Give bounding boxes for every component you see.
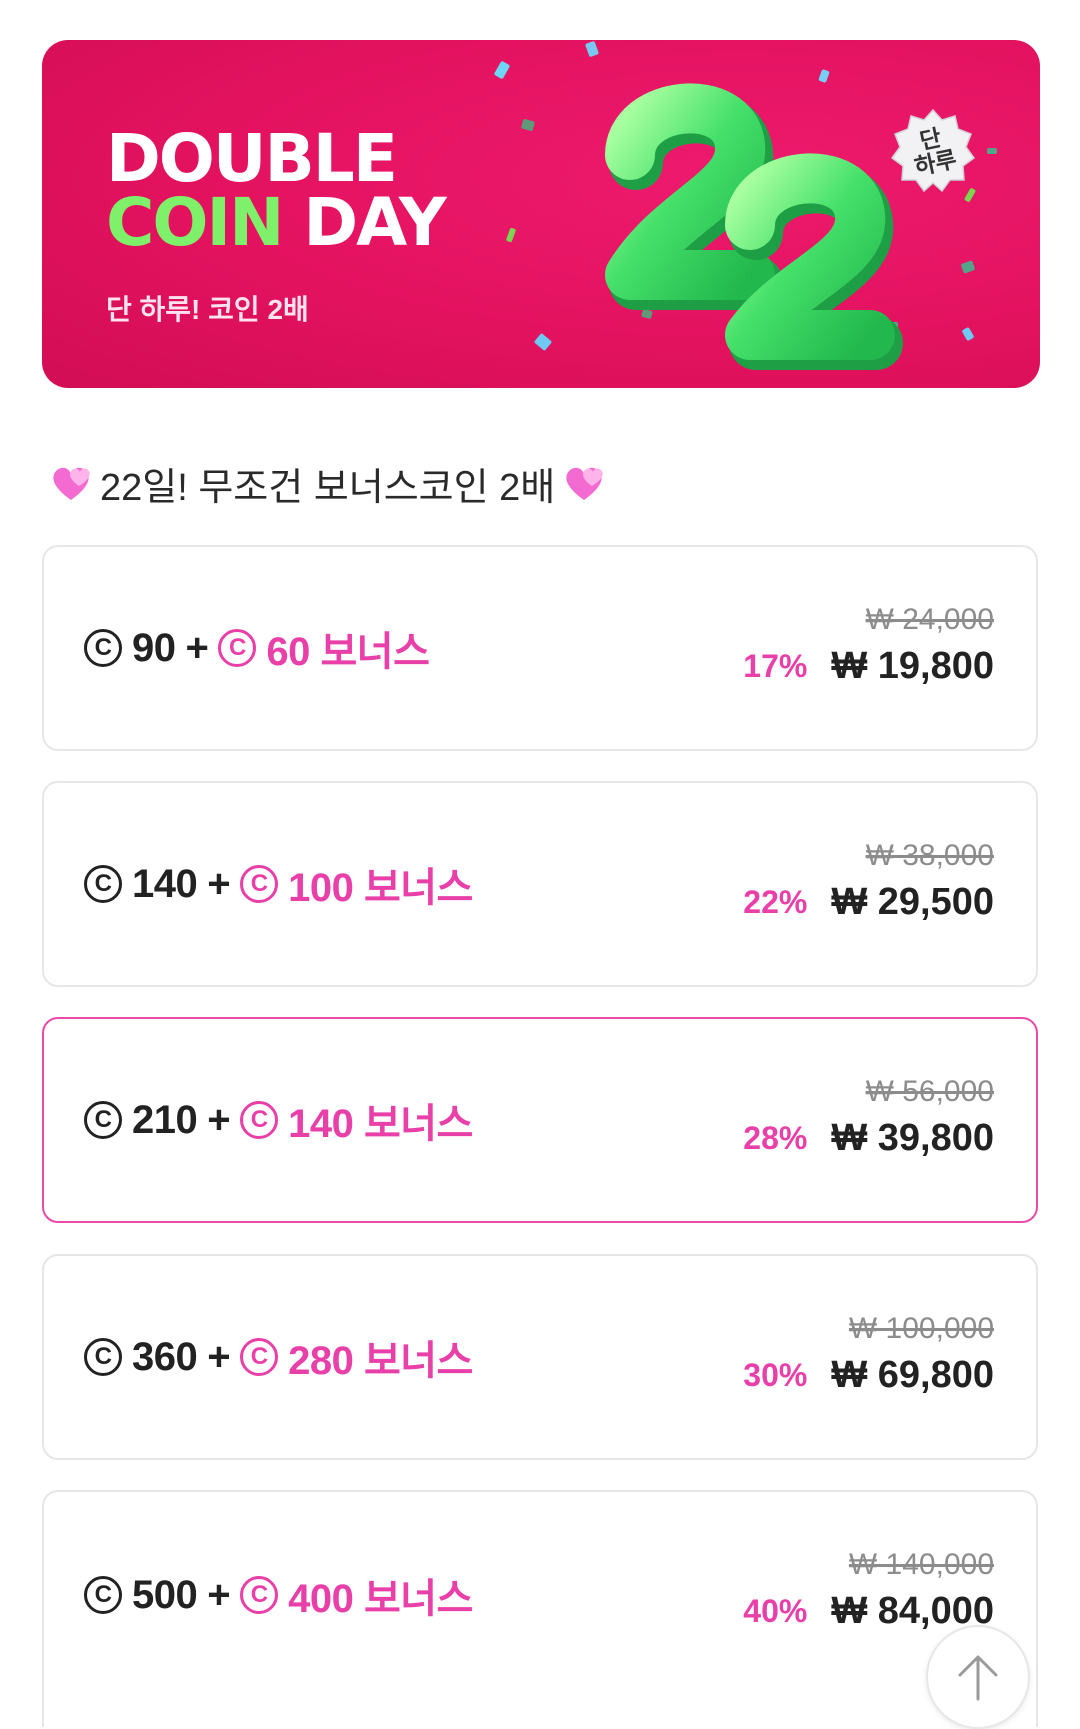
original-price: ₩ 140,000 [848, 1548, 994, 1581]
original-price: ₩ 56,000 [865, 1075, 994, 1108]
discount-percent: 22% [743, 884, 808, 920]
promo-banner[interactable]: DOUBLE COIN DAY 단 하루! 코인 2배 단 하루 [42, 40, 1040, 388]
confetti-decoration [987, 148, 997, 154]
plus-sign: + [207, 861, 231, 906]
package-coins: C 90 + C 60 보너스 [84, 547, 430, 749]
sparkling-heart-icon [566, 467, 603, 500]
base-coins: 500 [132, 1572, 198, 1617]
coin-icon: C [84, 629, 122, 667]
bonus-coins: 60 보너스 [266, 630, 430, 674]
discount-percent: 28% [743, 1120, 808, 1156]
coin-package-card[interactable]: C 500 + C 400 보너스 ₩ 140,000 40% ₩ 84,000 [42, 1490, 1038, 1727]
bonus-coins: 400 보너스 [288, 1577, 473, 1621]
coin-package-card[interactable]: C 140 + C 100 보너스 ₩ 38,000 22% ₩ 29,500 [42, 781, 1038, 987]
sale-price: ₩ 69,800 [831, 1354, 994, 1396]
one-day-badge: 단 하루 [890, 108, 976, 194]
bonus-coin-icon: C [240, 1576, 279, 1614]
banner-title-day: DAY [303, 184, 446, 261]
confetti-decoration [505, 227, 517, 243]
section-title: 22일! 무조건 보너스코인 2배 [42, 458, 613, 509]
package-coins: C 500 + C 400 보너스 [84, 1492, 473, 1698]
sale-price: ₩ 39,800 [831, 1117, 994, 1159]
confetti-decoration [493, 60, 511, 80]
sale-price: ₩ 29,500 [831, 881, 994, 923]
coin-package-card-selected[interactable]: C 210 + C 140 보너스 ₩ 56,000 28% ₩ 39,800 [42, 1017, 1038, 1223]
base-coins: 360 [132, 1334, 198, 1379]
coin-icon: C [84, 1338, 122, 1376]
coin-icon: C [84, 865, 122, 903]
bonus-coins: 100 보너스 [288, 866, 473, 910]
coin-package-card[interactable]: C 90 + C 60 보너스 ₩ 24,000 17% ₩ 19,800 [42, 545, 1038, 751]
banner-title-coin: COIN [106, 184, 284, 261]
confetti-decoration [584, 40, 600, 58]
package-coins: C 210 + C 140 보너스 [84, 1019, 473, 1221]
base-coins: 210 [132, 1097, 198, 1142]
discount-percent: 40% [743, 1593, 808, 1629]
coin-package-card[interactable]: C 360 + C 280 보너스 ₩ 100,000 30% ₩ 69,800 [42, 1254, 1038, 1460]
bonus-coin-icon: C [218, 629, 257, 667]
original-price: ₩ 100,000 [848, 1312, 994, 1345]
arrow-up-icon [958, 1655, 998, 1701]
base-coins: 90 [132, 625, 176, 670]
plus-sign: + [207, 1334, 231, 1379]
bonus-coins: 140 보너스 [288, 1102, 473, 1146]
sparkling-heart-icon [53, 467, 90, 500]
discount-percent: 17% [743, 648, 808, 684]
coin-icon: C [84, 1576, 122, 1614]
original-price: ₩ 24,000 [865, 603, 994, 636]
bonus-coin-icon: C [240, 1101, 279, 1139]
plus-sign: + [185, 625, 209, 670]
badge-text: 단 하루 [882, 100, 984, 202]
banner-subtitle: 단 하루! 코인 2배 [106, 294, 309, 325]
bonus-coin-icon: C [240, 865, 279, 903]
base-coins: 140 [132, 861, 198, 906]
bonus-coins: 280 보너스 [288, 1339, 473, 1383]
discount-percent: 30% [743, 1357, 808, 1393]
confetti-decoration [520, 118, 536, 132]
banner-title-line2: COIN DAY [106, 190, 447, 256]
plus-sign: + [207, 1097, 231, 1142]
package-coins: C 140 + C 100 보너스 [84, 783, 473, 985]
package-coins: C 360 + C 280 보너스 [84, 1256, 473, 1458]
bonus-coin-icon: C [240, 1338, 279, 1376]
plus-sign: + [207, 1572, 231, 1617]
section-title-text: 22일! 무조건 보너스코인 2배 [100, 466, 556, 509]
coin-icon: C [84, 1101, 122, 1139]
confetti-decoration [533, 332, 553, 352]
sale-price: ₩ 19,800 [831, 645, 994, 687]
original-price: ₩ 38,000 [865, 839, 994, 872]
scroll-to-top-button[interactable] [926, 1625, 1030, 1729]
badge-line2: 하루 [912, 145, 959, 180]
banner-title-line1: DOUBLE [106, 120, 398, 197]
